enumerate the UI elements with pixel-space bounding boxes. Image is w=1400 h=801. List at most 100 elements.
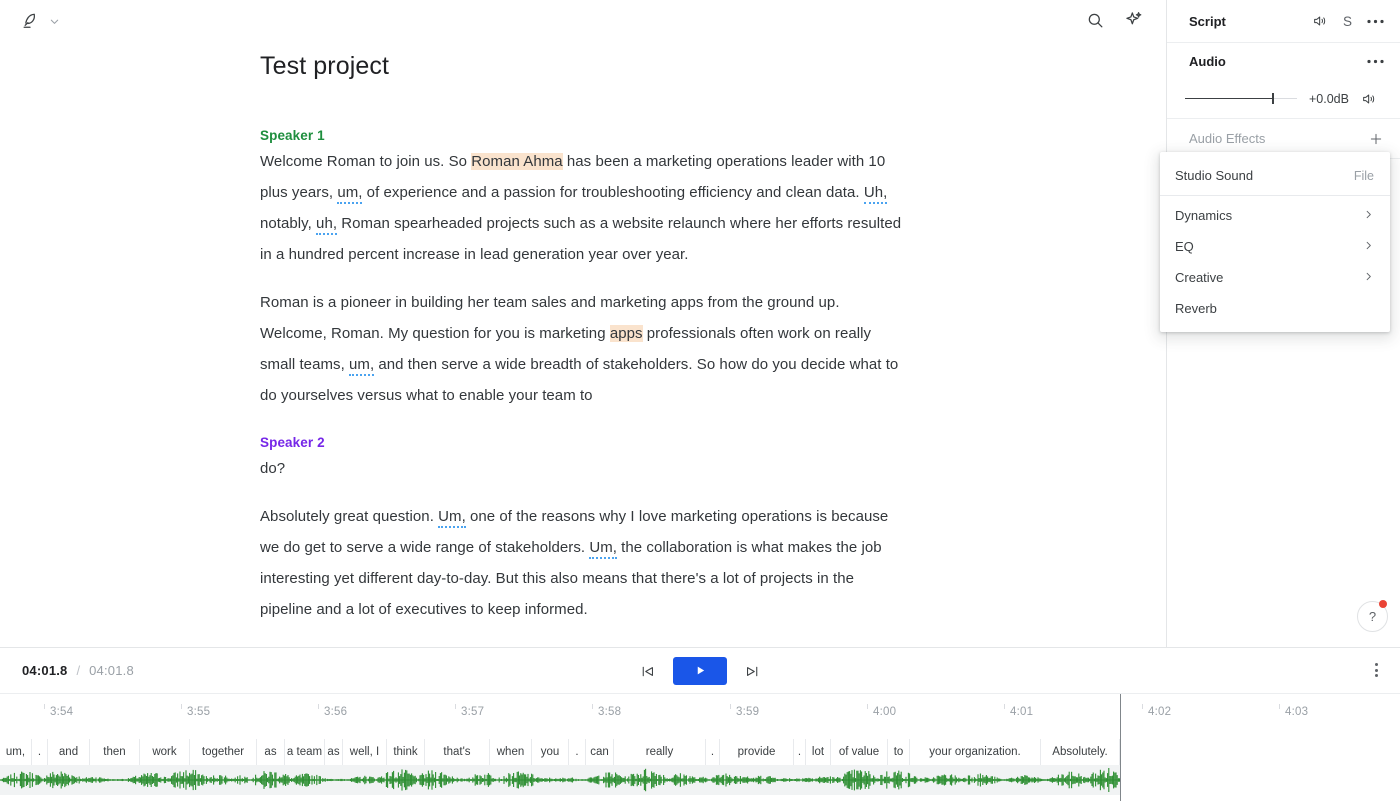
quill-menu-button[interactable] — [20, 11, 60, 31]
waveform-track[interactable] — [0, 765, 1120, 795]
transcript-paragraph[interactable]: Welcome Roman to join us. So Roman Ahma … — [260, 146, 910, 270]
transcript-text: of experience and a passion for troubles… — [362, 184, 864, 201]
word-clip[interactable]: you — [532, 739, 569, 765]
editor-pane: Test project Speaker 1 Welcome Roman to j… — [0, 0, 1167, 648]
word-clip[interactable]: think — [387, 739, 425, 765]
menu-item-label: Studio Sound — [1175, 168, 1254, 183]
menu-item-label: Reverb — [1175, 301, 1217, 316]
transcript-paragraph[interactable]: do? — [260, 453, 910, 484]
menu-item-creative[interactable]: Creative — [1160, 262, 1390, 293]
more-vertical-icon[interactable] — [1375, 663, 1378, 677]
audio-effects-label: Audio Effects — [1189, 131, 1266, 146]
word-clip[interactable]: a team — [285, 739, 325, 765]
word-clip[interactable]: well, I — [343, 739, 387, 765]
word-clip[interactable]: can — [586, 739, 614, 765]
chevron-right-icon — [1363, 270, 1374, 285]
playhead[interactable] — [1120, 694, 1121, 801]
word-clip[interactable]: . — [32, 739, 48, 765]
word-clip[interactable]: as — [257, 739, 285, 765]
word-clip[interactable]: that's — [425, 739, 490, 765]
chevron-right-icon — [1363, 208, 1374, 223]
menu-item-studio-sound[interactable]: Studio Sound File — [1160, 152, 1390, 191]
menu-item-dynamics[interactable]: Dynamics — [1160, 200, 1390, 231]
timeline-tick: 3:55 — [181, 702, 210, 720]
chevron-down-icon — [49, 16, 60, 27]
word-clip[interactable]: . — [794, 739, 806, 765]
filler-word: Um, — [589, 539, 617, 559]
timeline-tick-label: 3:54 — [50, 706, 74, 718]
timeline: 3:54 3:55 3:56 3:57 3:58 3:59 4:00 4:01 4:02 4:03… — [0, 693, 1400, 801]
word-clip[interactable]: your organization. — [910, 739, 1041, 765]
transcript-text: Welcome Roman to join us. So — [260, 153, 472, 170]
skip-to-start-icon[interactable] — [639, 663, 656, 680]
speaker-label[interactable]: Speaker 2 — [260, 435, 910, 450]
play-button[interactable] — [673, 657, 727, 685]
gain-slider[interactable] — [1185, 93, 1297, 104]
skip-to-end-icon[interactable] — [744, 663, 761, 680]
solo-button[interactable]: S — [1343, 14, 1352, 29]
audio-speaker-volume-icon[interactable] — [1361, 91, 1377, 107]
transcript-block: Speaker 2 do? Absolutely great question. U… — [260, 435, 910, 625]
word-clip[interactable]: to — [888, 739, 910, 765]
filler-word: uh, — [316, 215, 338, 235]
timeline-tick: 4:03 — [1279, 702, 1309, 720]
more-horizontal-icon[interactable] — [1367, 19, 1384, 24]
transcript-paragraph[interactable]: Absolutely great question. Um, one of th… — [260, 501, 910, 625]
timeline-tick: 3:57 — [455, 702, 485, 720]
transport-bar: 04:01.8 / 04:01.8 — [0, 649, 1400, 693]
word-clip[interactable]: and — [48, 739, 90, 765]
word-clip[interactable]: when — [490, 739, 532, 765]
speaker-volume-icon[interactable] — [1312, 13, 1328, 29]
time-separator: / — [76, 663, 81, 678]
gain-slider-thumb[interactable] — [1272, 93, 1274, 104]
speaker-label[interactable]: Speaker 1 — [260, 128, 910, 143]
menu-item-label: Dynamics — [1175, 208, 1233, 223]
menu-item-eq[interactable]: EQ — [1160, 231, 1390, 262]
word-clip[interactable]: really — [614, 739, 706, 765]
timeline-ruler[interactable]: 3:54 3:55 3:56 3:57 3:58 3:59 4:00 4:01 4:02 4:03 — [0, 694, 1400, 726]
sparkle-ai-icon[interactable] — [1124, 10, 1144, 30]
word-clip[interactable]: Absolutely. — [1041, 739, 1120, 765]
word-clip[interactable]: as — [325, 739, 343, 765]
word-clip[interactable]: of value — [831, 739, 888, 765]
audio-effects-menu[interactable]: Studio Sound File Dynamics EQ Creative Reverb — [1160, 152, 1390, 332]
search-icon[interactable] — [1086, 11, 1105, 30]
word-clip-track[interactable]: um,. and then work together as a team as well, I… — [0, 739, 1120, 765]
word-clip[interactable]: together — [190, 739, 257, 765]
timeline-tick-label: 4:01 — [1010, 706, 1034, 718]
current-time: 04:01.8 — [22, 663, 68, 678]
timeline-tick-label: 4:02 — [1148, 706, 1172, 718]
playback-controls — [639, 657, 761, 685]
plus-icon[interactable] — [1368, 131, 1384, 147]
word-clip[interactable]: . — [706, 739, 720, 765]
timeline-tick: 4:01 — [1004, 702, 1034, 720]
word-clip[interactable]: lot — [806, 739, 831, 765]
transcript-text: Absolutely great question. — [260, 508, 439, 525]
word-clip[interactable]: then — [90, 739, 140, 765]
script-section-header: Script S — [1167, 0, 1400, 43]
gain-value: +0.0dB — [1309, 91, 1349, 106]
transcript[interactable]: Speaker 1 Welcome Roman to join us. So Ro… — [260, 128, 910, 647]
timeline-tick: 4:02 — [1142, 702, 1172, 720]
timeline-tick: 3:59 — [730, 702, 760, 720]
transcript-block: Speaker 1 Welcome Roman to join us. So Ro… — [260, 128, 910, 411]
word-clip[interactable]: um, — [0, 739, 32, 765]
transcript-paragraph[interactable]: Roman is a pioneer in building her team … — [260, 287, 910, 411]
audio-more-horizontal-icon[interactable] — [1367, 59, 1384, 64]
filler-word: um, — [337, 184, 363, 204]
timeline-tick-label: 3:58 — [598, 706, 622, 718]
audio-label: Audio — [1189, 53, 1226, 69]
menu-item-label: EQ — [1175, 239, 1194, 254]
page-title[interactable]: Test project — [260, 52, 389, 81]
timeline-tick: 3:54 — [44, 702, 74, 720]
timeline-tick-label: 3:57 — [461, 706, 485, 718]
word-clip[interactable]: provide — [720, 739, 794, 765]
menu-item-reverb[interactable]: Reverb — [1160, 293, 1390, 332]
script-label: Script — [1189, 13, 1226, 29]
timeline-tick-label: 3:56 — [324, 706, 348, 718]
word-clip[interactable]: work — [140, 739, 190, 765]
timeline-tick: 3:58 — [592, 702, 622, 720]
timeline-tick-label: 3:59 — [736, 706, 760, 718]
timeline-tick-label: 4:03 — [1285, 706, 1309, 718]
word-clip[interactable]: . — [569, 739, 586, 765]
